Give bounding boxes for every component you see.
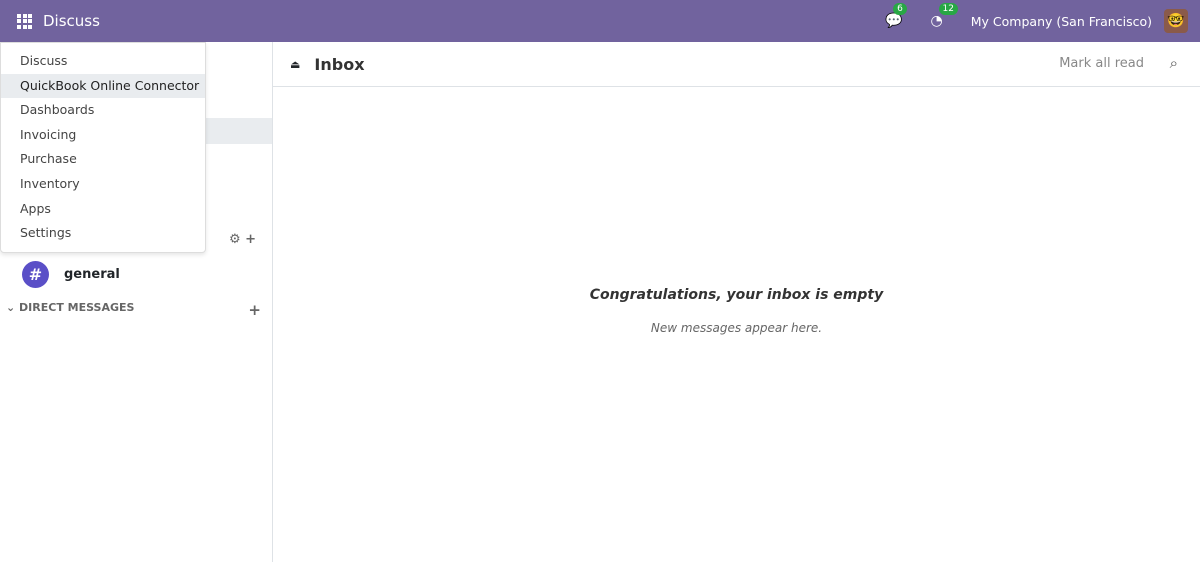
direct-messages-label: DIRECT MESSAGES	[19, 301, 135, 314]
menu-item-apps[interactable]: Apps	[1, 197, 205, 222]
channel-name: general	[64, 267, 120, 282]
direct-messages-header[interactable]: ⌄ DIRECT MESSAGES +	[6, 301, 261, 319]
menu-item-purchase[interactable]: Purchase	[1, 147, 205, 172]
menu-item-inventory[interactable]: Inventory	[1, 172, 205, 197]
search-icon[interactable]: ⌕	[1170, 54, 1178, 72]
add-dm-icon[interactable]: +	[248, 301, 261, 319]
user-avatar[interactable]: 🤓	[1164, 9, 1188, 33]
chevron-down-icon: ⌄	[6, 301, 20, 314]
empty-title: Congratulations, your inbox is empty	[589, 287, 884, 303]
menu-item-quickbook[interactable]: QuickBook Online Connector	[1, 73, 205, 99]
channel-settings-icon[interactable]: ⚙ +	[229, 232, 256, 247]
inbox-header: ⏏ Inbox Mark all read ⌕	[273, 42, 1200, 87]
activity-badge: 12	[938, 3, 958, 15]
app-menu-dropdown: Discuss QuickBook Online Connector Dashb…	[0, 42, 206, 253]
activity-icon[interactable]: ◔ 12	[931, 3, 958, 29]
empty-state: Congratulations, your inbox is empty New…	[273, 287, 1200, 335]
menu-item-settings[interactable]: Settings	[1, 221, 205, 246]
channel-general[interactable]: # general	[22, 261, 120, 288]
menu-item-invoicing[interactable]: Invoicing	[1, 123, 205, 148]
messages-badge: 6	[893, 3, 907, 15]
app-name[interactable]: Discuss	[43, 12, 100, 30]
main-content: ⏏ Inbox Mark all read ⌕ Congratulations,…	[273, 42, 1200, 562]
top-navbar: Discuss 💬 6 ◔ 12 My Company (San Francisco…	[0, 0, 1200, 42]
company-switcher[interactable]: My Company (San Francisco)	[971, 14, 1152, 29]
inbox-icon: ⏏	[290, 57, 301, 71]
menu-item-discuss[interactable]: Discuss	[1, 49, 205, 74]
apps-menu-icon[interactable]	[17, 13, 32, 29]
mark-all-read-button[interactable]: Mark all read	[1059, 56, 1144, 71]
menu-item-dashboards[interactable]: Dashboards	[1, 98, 205, 123]
empty-subtitle: New messages appear here.	[650, 321, 823, 335]
hash-icon: #	[22, 261, 49, 288]
messages-icon[interactable]: 💬 6	[885, 3, 907, 29]
page-title: Inbox	[314, 54, 365, 74]
